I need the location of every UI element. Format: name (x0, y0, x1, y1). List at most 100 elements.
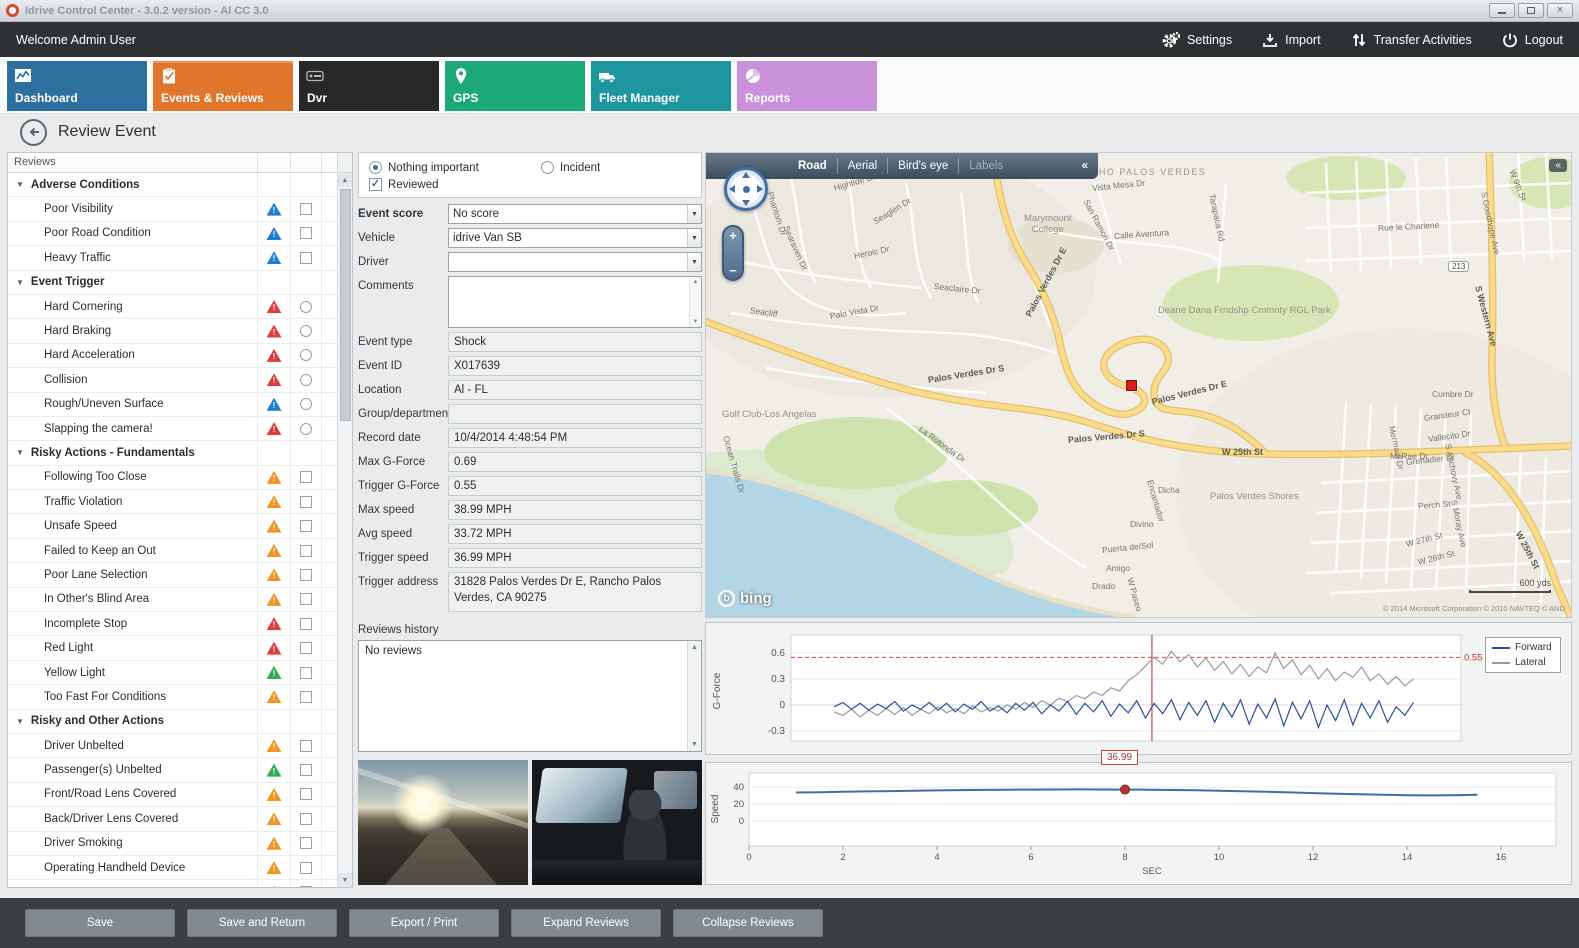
review-item-item[interactable]: ! (8, 880, 337, 887)
field-comments[interactable]: ▲▼ (448, 276, 702, 328)
review-group-risky-actions-fundamentals[interactable]: ▼Risky Actions - Fundamentals (8, 441, 337, 465)
tab-reports[interactable]: Reports (737, 61, 877, 111)
review-item-hard-braking[interactable]: Hard Braking! (8, 319, 337, 343)
review-checkbox[interactable] (290, 490, 321, 513)
settings-button[interactable]: Settings (1162, 31, 1232, 49)
review-item-collision[interactable]: Collision! (8, 368, 337, 392)
footer-button-export-print[interactable]: Export / Print (349, 909, 499, 937)
review-item-yellow-light[interactable]: Yellow Light! (8, 661, 337, 685)
zoom-out-button[interactable]: − (729, 264, 737, 277)
review-item-poor-road-condition[interactable]: Poor Road Condition! (8, 222, 337, 246)
reviewed-checkbox[interactable] (369, 178, 382, 191)
review-item-back-driver-lens-covered[interactable]: Back/Driver Lens Covered! (8, 807, 337, 831)
nothing-important-option[interactable]: Nothing important (369, 161, 541, 174)
review-item-incomplete-stop[interactable]: Incomplete Stop! (8, 612, 337, 636)
review-checkbox[interactable] (290, 807, 321, 830)
pan-south-icon[interactable] (742, 200, 750, 206)
review-checkbox[interactable] (290, 856, 321, 879)
reviewed-option[interactable]: Reviewed (369, 178, 439, 191)
review-checkbox[interactable] (290, 563, 321, 586)
pan-north-icon[interactable] (742, 172, 750, 178)
review-item-hard-cornering[interactable]: Hard Cornering! (8, 295, 337, 319)
review-item-heavy-traffic[interactable]: Heavy Traffic! (8, 246, 337, 270)
dropdown-arrow-icon[interactable]: ▼ (687, 253, 701, 271)
scroll-down-icon[interactable]: ▼ (691, 738, 698, 751)
map-view-bird-s-eye[interactable]: Bird's eye (887, 158, 958, 174)
scroll-down-icon[interactable]: ▼ (338, 873, 352, 887)
review-checkbox[interactable] (290, 222, 321, 245)
map-canvas[interactable]: EAST RANCHO PALOS VERDESMarymount Colleg… (705, 152, 1572, 618)
collapse-caret-icon[interactable]: ▼ (16, 180, 24, 189)
review-item-traffic-violation[interactable]: Traffic Violation! (8, 490, 337, 514)
camera-driver-thumbnail[interactable] (532, 760, 702, 885)
review-item-poor-lane-selection[interactable]: Poor Lane Selection! (8, 563, 337, 587)
nothing-important-radio[interactable] (369, 161, 382, 174)
review-checkbox[interactable] (290, 612, 321, 635)
review-item-red-light[interactable]: Red Light! (8, 636, 337, 660)
scrollbar-thumb[interactable] (340, 189, 351, 421)
map-view-road[interactable]: Road (788, 158, 837, 174)
maximize-button[interactable] (1518, 3, 1544, 18)
tab-events[interactable]: Events & Reviews (153, 61, 293, 111)
field-driver[interactable]: ▼ (448, 252, 702, 272)
pan-west-icon[interactable] (729, 185, 735, 193)
collapse-caret-icon[interactable]: ▼ (16, 717, 24, 726)
review-item-front-road-lens-covered[interactable]: Front/Road Lens Covered! (8, 783, 337, 807)
footer-button-save[interactable]: Save (25, 909, 175, 937)
reviews-history-list[interactable]: No reviews ▲▼ (358, 640, 702, 752)
review-checkbox[interactable] (290, 832, 321, 855)
review-item-following-too-close[interactable]: Following Too Close! (8, 466, 337, 490)
review-item-driver-smoking[interactable]: Driver Smoking! (8, 832, 337, 856)
field-event-score[interactable]: No score▼ (448, 204, 702, 224)
review-group-risky-and-other-actions[interactable]: ▼Risky and Other Actions (8, 710, 337, 734)
map-view-aerial[interactable]: Aerial (837, 158, 887, 174)
scroll-up-icon[interactable]: ▲ (691, 641, 698, 654)
footer-button-expand-reviews[interactable]: Expand Reviews (511, 909, 661, 937)
footer-button-save-and-return[interactable]: Save and Return (187, 909, 337, 937)
footer-button-collapse-reviews[interactable]: Collapse Reviews (673, 909, 823, 937)
review-item-poor-visibility[interactable]: Poor Visibility! (8, 197, 337, 221)
review-group-event-trigger[interactable]: ▼Event Trigger (8, 271, 337, 295)
map-collapse-right-button[interactable]: « (1549, 159, 1567, 172)
reviews-history-scrollbar[interactable]: ▲▼ (687, 641, 701, 751)
review-checkbox[interactable] (290, 466, 321, 489)
import-button[interactable]: Import (1262, 32, 1320, 48)
review-checkbox[interactable] (290, 758, 321, 781)
review-item-rough-uneven-surface[interactable]: Rough/Uneven Surface! (8, 393, 337, 417)
scroll-down-icon[interactable]: ▼ (693, 319, 699, 325)
back-button[interactable] (20, 119, 47, 146)
review-item-too-fast-for-conditions[interactable]: Too Fast For Conditions! (8, 685, 337, 709)
map-toolbar-collapse-button[interactable]: « (1082, 160, 1098, 172)
review-item-slapping-the-camera[interactable]: Slapping the camera!! (8, 417, 337, 441)
logout-button[interactable]: Logout (1502, 32, 1563, 48)
review-radio[interactable] (290, 368, 321, 391)
review-item-driver-unbelted[interactable]: Driver Unbelted! (8, 734, 337, 758)
reviews-scrollbar[interactable]: ▲ ▼ (337, 173, 352, 887)
zoom-in-button[interactable]: + (729, 229, 737, 242)
review-checkbox[interactable] (290, 514, 321, 537)
incident-radio[interactable] (541, 161, 554, 174)
review-radio[interactable] (290, 344, 321, 367)
dropdown-arrow-icon[interactable]: ▼ (687, 205, 701, 223)
scroll-up-icon[interactable]: ▲ (338, 173, 352, 187)
review-item-operating-handheld-device[interactable]: Operating Handheld Device! (8, 856, 337, 880)
map-compass-control[interactable] (724, 167, 768, 211)
field-vehicle[interactable]: idrive Van SB▼ (448, 228, 702, 248)
minimize-button[interactable] (1489, 3, 1515, 18)
tab-gps[interactable]: GPS (445, 61, 585, 111)
tab-dashboard[interactable]: Dashboard (7, 61, 147, 111)
close-button[interactable]: × (1547, 3, 1573, 18)
review-checkbox[interactable] (290, 539, 321, 562)
review-checkbox[interactable] (290, 197, 321, 220)
tab-fleet[interactable]: Fleet Manager (591, 61, 731, 111)
collapse-caret-icon[interactable]: ▼ (16, 448, 24, 457)
review-item-unsafe-speed[interactable]: Unsafe Speed! (8, 514, 337, 538)
review-item-passenger-s-unbelted[interactable]: Passenger(s) Unbelted! (8, 758, 337, 782)
tab-dvr[interactable]: Dvr (299, 61, 439, 111)
dropdown-arrow-icon[interactable]: ▼ (687, 229, 701, 247)
review-item-hard-acceleration[interactable]: Hard Acceleration! (8, 344, 337, 368)
review-checkbox[interactable] (290, 880, 321, 887)
review-checkbox[interactable] (290, 246, 321, 269)
transfer-activities-button[interactable]: Transfer Activities (1351, 32, 1472, 48)
review-group-adverse-conditions[interactable]: ▼Adverse Conditions (8, 173, 337, 197)
